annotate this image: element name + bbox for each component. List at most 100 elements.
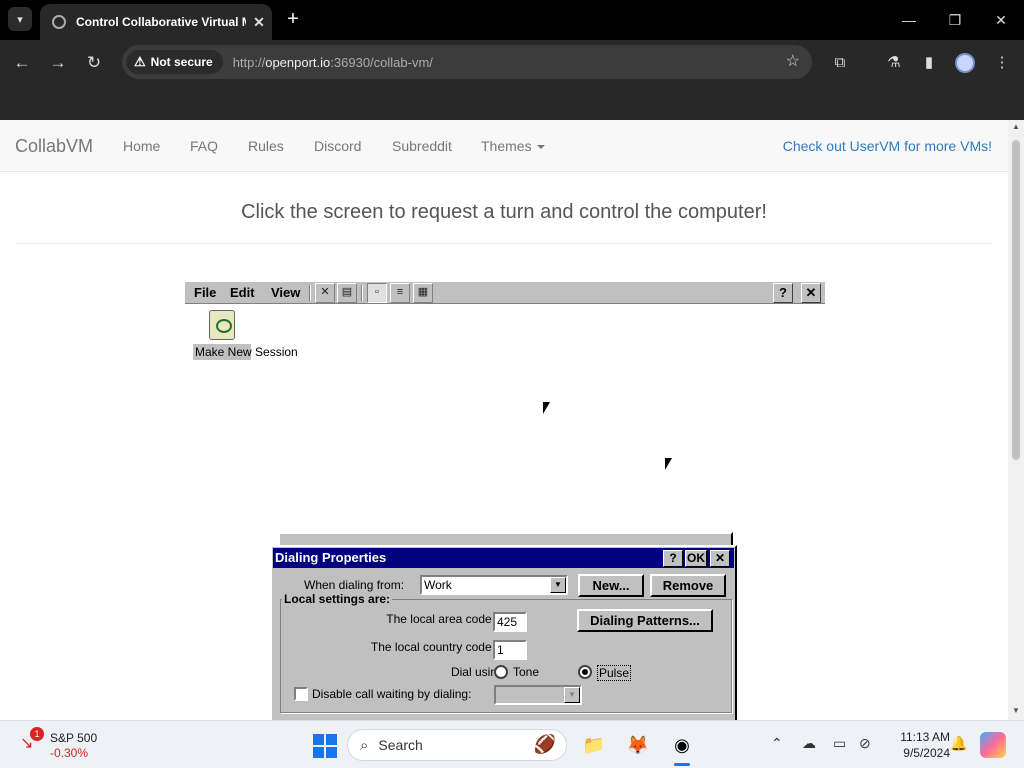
display-icon[interactable]: ▭ [833, 735, 846, 752]
nav-home[interactable]: Home [123, 138, 160, 154]
details-view-icon[interactable]: ▦ [413, 283, 433, 303]
minimize-button[interactable]: — [894, 8, 924, 32]
scroll-down-icon[interactable]: ▼ [1008, 706, 1024, 718]
profile-icon[interactable] [955, 53, 975, 73]
tone-radio[interactable] [494, 665, 508, 679]
notification-badge: 1 [30, 727, 44, 741]
web-page: CollabVM Home FAQ Rules Discord Subreddi… [0, 120, 1008, 720]
menu-icon[interactable]: ⋮ [990, 51, 1014, 75]
forward-arrow-icon[interactable]: → [45, 50, 71, 76]
bookmark-bar [0, 85, 1024, 120]
tab-search-button[interactable]: ▾ [8, 7, 32, 31]
menu-view[interactable]: View [271, 285, 300, 300]
uservm-link[interactable]: Check out UserVM for more VMs! [783, 138, 992, 154]
list-view-icon[interactable]: ≡ [390, 283, 410, 303]
page-scrollbar[interactable]: ▲ ▼ [1008, 120, 1024, 720]
disable-call-waiting-checkbox[interactable] [294, 687, 308, 701]
area-code-input[interactable]: 425 [493, 612, 527, 632]
url-text[interactable]: http://openport.io:36930/collab-vm/ [233, 55, 433, 70]
security-chip[interactable]: ⚠ Not secure [126, 50, 223, 74]
warning-icon: ⚠ [134, 54, 146, 69]
dropdown-arrow-icon: ▼ [564, 687, 580, 703]
properties-icon[interactable]: ▤ [337, 283, 357, 303]
search-placeholder: Search [378, 737, 423, 753]
local-settings-legend: Local settings are: [282, 592, 393, 606]
firefox-icon[interactable]: 🦊 [624, 731, 652, 759]
scroll-thumb[interactable] [1012, 140, 1020, 460]
dialog-title-text: Dialing Properties [275, 550, 387, 565]
pulse-label[interactable]: Pulse [597, 665, 632, 681]
dialog-help-button[interactable]: ? [663, 550, 683, 567]
window-close-button[interactable]: ✕ [986, 8, 1016, 32]
file-explorer-icon[interactable]: 📁 [580, 731, 608, 759]
nav-themes[interactable]: Themes [481, 138, 545, 154]
site-navbar: CollabVM Home FAQ Rules Discord Subreddi… [0, 120, 1008, 172]
stock-name: S&P 500 [50, 731, 98, 745]
disable-call-waiting-label[interactable]: Disable call waiting by dialing: [312, 687, 471, 701]
extensions-icon[interactable]: ⧉ [828, 51, 852, 75]
delete-icon[interactable]: ✕ [315, 283, 335, 303]
country-code-input[interactable]: 1 [493, 640, 527, 660]
tone-label[interactable]: Tone [513, 665, 539, 679]
tab-close-icon[interactable]: ✕ [246, 14, 272, 31]
sidebar-icon[interactable]: ▮ [917, 51, 941, 75]
tab-title: Control Collaborative Virtual M [76, 15, 246, 29]
dialog-ok-button[interactable]: OK [685, 550, 707, 567]
divider [15, 243, 993, 244]
large-icons-view-icon[interactable]: ▫ [367, 283, 387, 303]
nav-rules[interactable]: Rules [248, 138, 284, 154]
site-brand[interactable]: CollabVM [15, 136, 93, 157]
new-location-button[interactable]: New... [578, 574, 644, 597]
nav-subreddit[interactable]: Subreddit [392, 138, 452, 154]
call-waiting-code-select: ▼ [494, 685, 582, 705]
url-scheme: http:// [232, 54, 266, 70]
dialing-patterns-button[interactable]: Dialing Patterns... [577, 609, 713, 632]
pulse-radio[interactable] [578, 665, 592, 679]
labs-icon[interactable]: ⚗ [882, 51, 906, 75]
nav-themes-label: Themes [481, 138, 532, 154]
search-icon: ⌕ [360, 736, 369, 754]
taskbar-clock[interactable]: 11:13 AM 9/5/2024 [880, 729, 950, 761]
dropdown-arrow-icon[interactable]: ▼ [550, 577, 566, 593]
location-value: Work [424, 578, 452, 592]
toolbar-separator [309, 285, 311, 301]
back-arrow-icon[interactable]: ← [9, 50, 35, 76]
page-favicon-icon [52, 15, 66, 29]
location-select[interactable]: Work ▼ [420, 575, 568, 595]
dialog-close-button[interactable]: ✕ [710, 550, 730, 567]
make-new-session-icon[interactable]: Make New Session [193, 310, 298, 360]
help-button[interactable]: ? [773, 283, 793, 303]
bell-icon[interactable]: 🔔 [950, 735, 967, 752]
address-bar[interactable]: ⚠ Not secure http://openport.io:36930/co… [122, 45, 812, 79]
taskbar-search[interactable]: ⌕ Search 🏈 [347, 729, 567, 761]
copilot-icon[interactable] [980, 732, 1006, 758]
country-code-label: The local country code is: [370, 640, 507, 654]
remote-cursor-icon [665, 458, 672, 470]
dialing-properties-dialog: Dialing Properties ? OK ✕ When dialing f… [270, 545, 737, 720]
browser-tab[interactable]: Control Collaborative Virtual M ✕ [40, 4, 272, 40]
star-icon[interactable]: ☆ [786, 51, 800, 71]
scroll-up-icon[interactable]: ▲ [1008, 122, 1024, 134]
reload-icon[interactable]: ↻ [81, 50, 107, 76]
page-headline: Click the screen to request a turn and c… [241, 201, 767, 223]
chevron-down-icon: ▾ [17, 13, 23, 26]
chrome-icon[interactable]: ◉ [668, 731, 696, 759]
close-button[interactable]: ✕ [801, 283, 821, 303]
onedrive-icon[interactable]: ☁ [802, 735, 816, 752]
maximize-button[interactable]: ❐ [940, 8, 970, 32]
new-tab-button[interactable]: + [282, 8, 304, 30]
mouse-cursor-icon [543, 402, 550, 414]
tab-strip: ▾ Control Collaborative Virtual M ✕ + — … [0, 0, 1024, 40]
chevron-up-icon[interactable]: ⌃ [771, 735, 783, 752]
nav-faq[interactable]: FAQ [190, 138, 218, 154]
nav-discord[interactable]: Discord [314, 138, 361, 154]
clock-time: 11:13 AM [900, 730, 950, 744]
network-icon[interactable]: ⊘ [859, 735, 871, 752]
menu-edit[interactable]: Edit [230, 285, 255, 300]
caret-down-icon [536, 145, 545, 150]
menu-file[interactable]: File [194, 285, 216, 300]
security-label: Not secure [150, 55, 213, 69]
vm-screen[interactable]: File Edit View ✕ ▤ ▫ ≡ ▦ ? ✕ Make New Se… [185, 282, 825, 720]
remove-location-button[interactable]: Remove [650, 574, 726, 597]
start-button[interactable] [313, 734, 337, 758]
